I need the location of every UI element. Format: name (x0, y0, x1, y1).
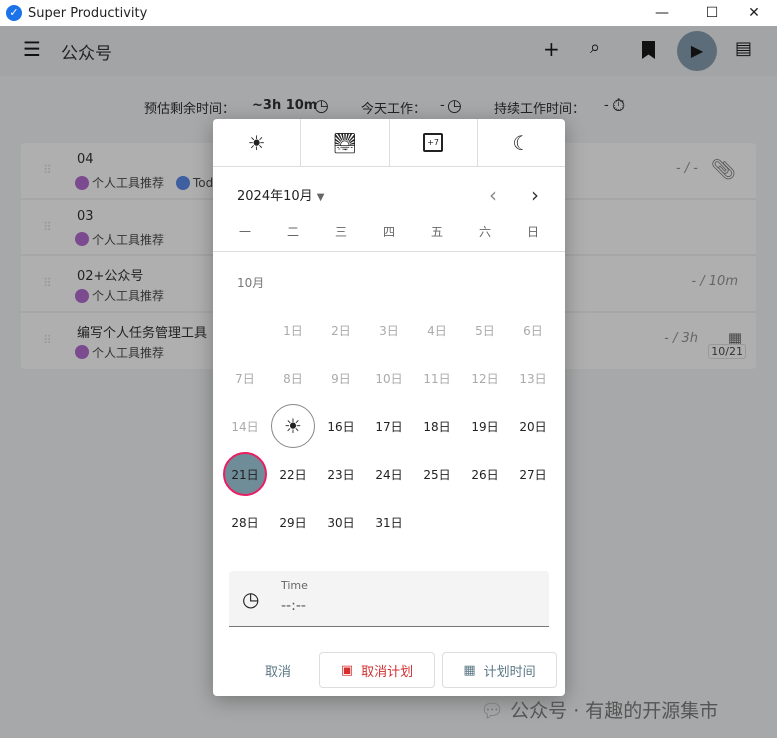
drag-handle-icon[interactable]: ⠿ (43, 276, 52, 290)
tag-chip: 个人工具推荐 (75, 344, 164, 361)
calendar-icon: ▦ (463, 662, 476, 678)
time-estimate: - / - (675, 161, 698, 176)
prev-month-chevron-icon[interactable]: ‹ (489, 183, 497, 207)
clock-icon: ◷ (242, 587, 260, 611)
time-label: Time (281, 579, 308, 592)
app-logo-icon: ✓ (6, 5, 22, 21)
calendar-day: 8日 (283, 371, 303, 386)
tag-chip: 个人工具推荐 (75, 287, 164, 304)
page-title: 公众号 (61, 44, 112, 64)
calendar-day[interactable]: 29日 (271, 500, 315, 544)
play-button[interactable]: ▶ (677, 31, 717, 71)
time-input[interactable]: ◷ Time --:-- (229, 571, 549, 627)
drag-handle-icon[interactable]: ⠿ (43, 333, 52, 347)
bookmark-icon[interactable] (642, 41, 655, 59)
due-date-badge[interactable]: 10/21 (708, 343, 746, 359)
search-icon[interactable]: ⌕ (590, 37, 600, 58)
weekday-header: 二 (286, 225, 299, 239)
calendar-day[interactable]: 19日 (463, 404, 507, 448)
weekday-header: 五 (430, 225, 443, 239)
task-title: 02+公众号 (77, 269, 144, 284)
calendar-day: 5日 (475, 323, 495, 338)
calendar-day[interactable]: 24日 (367, 452, 411, 496)
weekday-header: 六 (478, 225, 491, 239)
calendar-day[interactable]: 27日 (511, 452, 555, 496)
maximize-button[interactable]: ☐ (689, 0, 735, 26)
schedule-dialog: ☀ 🌅︎ +7 ☾ 2024年10月 ▼ ‹ › 一 二 三 四 五 六 日 10月 1日 2… (213, 119, 565, 696)
selected-day[interactable]: 21日 (223, 452, 267, 496)
time-estimate: - / 3h (664, 330, 698, 346)
title-bar: ✓ Super Productivity — ☐ ✕ (0, 0, 777, 26)
unschedule-button[interactable]: ▣ 取消计划 (319, 652, 435, 688)
drag-handle-icon[interactable]: ⠿ (43, 163, 52, 177)
calendar-day[interactable]: 26日 (463, 452, 507, 496)
calendar-day: 11日 (423, 371, 451, 386)
time-estimate: - / 10m (691, 274, 738, 289)
streak-label: 持续工作时间： (494, 102, 586, 117)
calendar-day[interactable]: 25日 (415, 452, 459, 496)
calendar-day[interactable]: 30日 (319, 500, 363, 544)
window-title: Super Productivity (28, 5, 148, 21)
calendar-day: 3日 (379, 323, 399, 338)
remaining-value: ~3h 10m (252, 98, 318, 113)
schedule-button[interactable]: ▦ 计划时间 (442, 652, 557, 688)
calendar-day[interactable]: 31日 (367, 500, 411, 544)
weekday-header: 三 (334, 225, 347, 239)
calendar-day[interactable]: 17日 (367, 404, 411, 448)
paperclip-icon[interactable]: 📎︎ (711, 157, 736, 181)
month-label: 10月 (237, 276, 265, 290)
calendar-day: 9日 (331, 371, 351, 386)
stopwatch-icon: ⏱ (612, 96, 626, 116)
weekday-header: 四 (382, 225, 395, 239)
calendar-day: 6日 (523, 323, 543, 338)
calendar-day[interactable]: 20日 (511, 404, 555, 448)
calendar-day[interactable]: 28日 (223, 500, 267, 544)
calendar-day: 12日 (471, 371, 499, 386)
next-week-calendar-plus7-icon[interactable]: +7 (390, 119, 478, 166)
today-tag: Tod (193, 175, 214, 190)
calendar-day: 2日 (331, 323, 351, 338)
calendar-day: 14日 (231, 419, 259, 434)
clock-icon: ◷ (314, 96, 329, 116)
cancel-button[interactable]: 取消 (249, 652, 307, 688)
today-sun-icon[interactable]: ☀ (271, 404, 315, 448)
task-title: 编写个人任务管理工具 (77, 325, 208, 341)
moon-icon[interactable]: ☾ (478, 119, 565, 166)
remaining-label: 预估剩余时间： (144, 102, 236, 117)
menu-icon[interactable]: ☰ (23, 37, 41, 61)
calendar-day[interactable]: 23日 (319, 452, 363, 496)
tag-chip: 个人工具推荐 Tod (75, 174, 213, 191)
calendar-day: 4日 (427, 323, 447, 338)
task-title: 03 (77, 208, 94, 224)
today-shortcut-sun-icon[interactable]: ☀ (213, 119, 302, 166)
streak-value: - (604, 98, 609, 113)
calendar-day[interactable]: 18日 (415, 404, 459, 448)
add-icon[interactable]: + (543, 37, 560, 61)
weekday-header: 一 (238, 225, 251, 239)
weekday-header: 日 (526, 225, 539, 239)
minimize-button[interactable]: — (639, 0, 685, 26)
app-header: ☰ 公众号 + ⌕ ▶ ▤ (0, 26, 777, 76)
time-value: --:-- (281, 598, 306, 614)
drag-handle-icon[interactable]: ⠿ (43, 220, 52, 234)
today-label: 今天工作： (361, 102, 427, 117)
notes-icon[interactable]: ▤ (735, 38, 752, 59)
calendar-day: 13日 (519, 371, 547, 386)
calendar-day[interactable]: 22日 (271, 452, 315, 496)
task-title: 04 (77, 152, 94, 167)
today-value: - (440, 98, 445, 113)
calendar-day: 10日 (375, 371, 403, 386)
tag-chip: 个人工具推荐 (75, 231, 164, 248)
calendar-day: 7日 (235, 371, 255, 386)
month-year-select[interactable]: 2024年10月 ▼ (237, 185, 324, 204)
dropdown-arrow-icon: ▼ (316, 192, 325, 203)
tomorrow-shortcut-sunrise-icon[interactable]: 🌅︎ (301, 119, 390, 166)
watermark: 💬︎ 公众号 · 有趣的开源集市 (480, 700, 719, 722)
close-button[interactable]: ✕ (731, 0, 777, 26)
calendar-remove-icon: ▣ (340, 662, 354, 678)
clock-icon: ◷ (447, 96, 462, 116)
calendar-day: 1日 (283, 323, 303, 338)
calendar-day[interactable]: 16日 (319, 404, 363, 448)
next-month-chevron-icon[interactable]: › (531, 183, 539, 207)
